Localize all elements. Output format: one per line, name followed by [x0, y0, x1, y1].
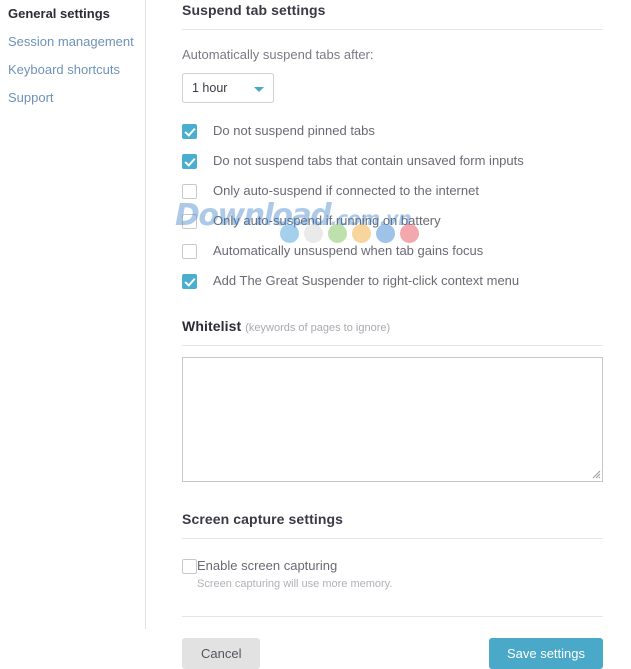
checkbox-label: Enable screen capturing [197, 558, 338, 573]
sidebar-nav: General settings Session management Keyb… [0, 0, 146, 629]
checkbox-row-enable-screen-capturing[interactable]: Enable screen capturing Screen capturing… [182, 558, 603, 591]
section-divider [182, 29, 603, 30]
sidebar-item-support[interactable]: Support [4, 84, 145, 112]
footer-button-row: Cancel Save settings [182, 638, 603, 669]
section-divider [182, 345, 603, 346]
checkbox-row-add-to-context-menu[interactable]: Add The Great Suspender to right-click c… [182, 273, 603, 289]
checkbox-label: Only auto-suspend if running on battery [213, 213, 441, 228]
checkbox-row-do-not-suspend-unsaved-form-inputs[interactable]: Do not suspend tabs that contain unsaved… [182, 153, 603, 169]
whitelist-textarea[interactable] [182, 357, 603, 482]
screen-capture-text-group: Enable screen capturing Screen capturing… [197, 558, 392, 591]
checkbox-label: Automatically unsuspend when tab gains f… [213, 243, 484, 258]
checkbox-row-only-suspend-if-connected[interactable]: Only auto-suspend if connected to the in… [182, 183, 603, 199]
checkbox-only-suspend-on-battery[interactable] [182, 214, 197, 229]
settings-page: General settings Session management Keyb… [0, 0, 631, 669]
sidebar-item-general-settings[interactable]: General settings [4, 0, 145, 28]
checkbox-enable-screen-capturing[interactable] [182, 559, 197, 574]
checkbox-label: Do not suspend pinned tabs [213, 123, 375, 138]
checkbox-row-only-suspend-on-battery[interactable]: Only auto-suspend if running on battery [182, 213, 603, 229]
whitelist-section-title: Whitelist (keywords of pages to ignore) [182, 316, 603, 334]
whitelist-title-text: Whitelist [182, 318, 242, 334]
checkbox-row-auto-unsuspend-on-focus[interactable]: Automatically unsuspend when tab gains f… [182, 243, 603, 259]
checkbox-only-suspend-if-connected[interactable] [182, 184, 197, 199]
checkbox-do-not-suspend-unsaved-form-inputs[interactable] [182, 154, 197, 169]
cancel-button[interactable]: Cancel [182, 638, 261, 669]
checkbox-add-to-context-menu[interactable] [182, 274, 197, 289]
sidebar-item-label: Session management [8, 34, 134, 49]
checkbox-row-do-not-suspend-pinned-tabs[interactable]: Do not suspend pinned tabs [182, 123, 603, 139]
sidebar-item-label: Support [8, 90, 54, 105]
sidebar-item-keyboard-shortcuts[interactable]: Keyboard shortcuts [4, 56, 145, 84]
chevron-down-icon [254, 87, 264, 92]
checkbox-label: Do not suspend tabs that contain unsaved… [213, 153, 524, 168]
suspend-checkbox-list: Do not suspend pinned tabs Do not suspen… [182, 123, 603, 289]
sidebar-item-session-management[interactable]: Session management [4, 28, 145, 56]
save-settings-button[interactable]: Save settings [488, 638, 603, 669]
main-content: Suspend tab settings Automatically suspe… [146, 0, 631, 669]
checkbox-auto-unsuspend-on-focus[interactable] [182, 244, 197, 259]
suspend-after-selected-value: 1 hour [192, 81, 228, 95]
sidebar-item-label: General settings [8, 6, 110, 21]
screen-capture-section-title: Screen capture settings [182, 511, 344, 527]
suspend-after-label: Automatically suspend tabs after: [182, 47, 374, 62]
whitelist-textarea-wrapper [182, 357, 603, 482]
checkbox-label: Only auto-suspend if connected to the in… [213, 183, 479, 198]
footer-divider [182, 616, 603, 617]
whitelist-title-note: (keywords of pages to ignore) [245, 322, 391, 334]
suspend-after-select[interactable]: 1 hour [182, 73, 274, 103]
section-divider [182, 538, 603, 539]
checkbox-do-not-suspend-pinned-tabs[interactable] [182, 124, 197, 139]
sidebar-item-label: Keyboard shortcuts [8, 62, 121, 77]
suspend-section-title: Suspend tab settings [182, 2, 326, 18]
checkbox-sublabel: Screen capturing will use more memory. [197, 578, 393, 590]
checkbox-label: Add The Great Suspender to right-click c… [213, 273, 520, 288]
